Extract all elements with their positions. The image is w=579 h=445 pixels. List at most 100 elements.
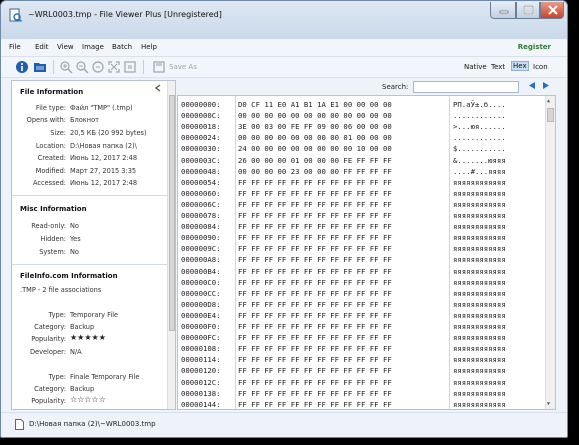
hex-bytes: FF FF FF FF FF FF FF FF FF FF FF FF	[238, 255, 392, 265]
hex-offset: 000000D8:	[181, 299, 221, 309]
scroll-down-icon[interactable]: ▼	[547, 401, 550, 407]
hex-offset: 000000A8:	[181, 255, 221, 265]
hex-row: 00000144: FF FF FF FF FF FF FF FF FF FF F…	[178, 399, 546, 409]
type-value: Temporary File	[70, 311, 119, 319]
save-icon[interactable]	[152, 60, 166, 74]
info-icon[interactable]	[15, 60, 29, 74]
tab-native[interactable]: Native	[464, 63, 487, 71]
misc-information-title: Misc Information	[20, 205, 87, 213]
hex-ascii: яяяяяяяяяяяя	[453, 266, 506, 276]
hex-row: 0000012C: FF FF FF FF FF FF FF FF FF FF F…	[178, 377, 546, 388]
chevron-left-icon	[154, 84, 161, 92]
hex-offset: 000000CC:	[181, 288, 221, 298]
hex-ascii: яяяяяяяяяяяя	[453, 399, 506, 409]
file-type-value: Файл "TMP" (.tmp)	[70, 104, 133, 112]
hex-row: 00000060: FF FF FF FF FF FF FF FF FF FF F…	[178, 188, 546, 199]
hex-row: 00000024: 00 00 00 00 00 00 00 00 01 00 0…	[178, 132, 546, 143]
collapse-panel-button[interactable]	[154, 84, 162, 95]
triangle-right-icon	[543, 82, 549, 89]
hex-offset: 00000000:	[181, 100, 221, 109]
fit-to-window-icon[interactable]	[107, 60, 121, 74]
file-information-title: File Information	[20, 88, 84, 96]
hex-bytes: D0 CF 11 E0 A1 B1 1A E1 00 00 00 00	[238, 100, 392, 109]
section-divider	[12, 195, 168, 196]
hex-bytes: FF FF FF FF FF FF FF FF FF FF FF FF	[238, 244, 392, 254]
scroll-up-icon[interactable]: ▲	[547, 98, 550, 104]
hex-row: 0000000C: 00 00 00 00 00 00 00 00 00 00 0…	[178, 110, 546, 121]
hex-offset: 000000FC:	[181, 333, 221, 343]
hex-ascii: яяяяяяяяяяяя	[453, 211, 506, 220]
minimize-button[interactable]	[490, 2, 516, 19]
opens-with-label: Opens with:	[26, 116, 66, 124]
open-folder-icon[interactable]	[33, 60, 47, 74]
hex-offset: 00000138:	[181, 388, 221, 398]
actual-size-icon[interactable]	[91, 60, 105, 74]
hex-row: 0000003C: 26 00 00 00 01 00 00 00 FE FF F…	[178, 155, 546, 166]
search-input[interactable]	[413, 81, 519, 93]
search-previous-button[interactable]	[528, 81, 536, 93]
hex-row: 00000084: FF FF FF FF FF FF FF FF FF FF F…	[178, 221, 546, 232]
category-value: Backup	[70, 385, 95, 393]
fullscreen-icon[interactable]	[123, 60, 137, 74]
tab-icon[interactable]: Icon	[533, 63, 548, 71]
developer-value: N/A	[70, 348, 82, 356]
hex-ascii: яяяяяяяяяяяя	[453, 388, 506, 398]
maximize-button[interactable]	[516, 2, 540, 19]
file-associations: .TMP - 2 file associations	[20, 286, 102, 294]
minimize-icon	[499, 10, 509, 14]
menu-image[interactable]: Image	[82, 43, 104, 51]
search-next-button[interactable]	[542, 81, 550, 93]
save-as-button[interactable]: Save As	[169, 63, 197, 71]
hex-row: 00000108: FF FF FF FF FF FF FF FF FF FF F…	[178, 343, 546, 354]
hex-bytes: FF FF FF FF FF FF FF FF FF FF FF FF	[238, 355, 392, 365]
hex-offset: 0000000C:	[181, 111, 221, 121]
hex-bytes: FF FF FF FF FF FF FF FF FF FF FF FF	[238, 188, 392, 198]
created-value: Июнь 12, 2017 2:48	[70, 154, 138, 162]
menu-edit[interactable]: Edit	[35, 43, 49, 51]
toolbar: Save As Native Text Hex Icon	[1, 57, 567, 78]
close-icon	[548, 5, 558, 15]
register-link[interactable]: Register	[518, 43, 551, 51]
hex-offset: 00000090:	[181, 233, 221, 243]
zoom-out-icon[interactable]	[75, 60, 89, 74]
hex-ascii: яяяяяяяяяяяя	[453, 222, 506, 232]
menu-batch[interactable]: Batch	[112, 43, 132, 51]
hidden-value: Yes	[70, 235, 81, 243]
hex-bytes: 00 00 00 00 00 00 00 00 01 00 00 00	[238, 133, 392, 143]
hex-ascii: яяяяяяяяяяяя	[453, 377, 506, 387]
scrollbar-thumb[interactable]	[169, 95, 175, 331]
hex-view-scrollbar[interactable]: ▲ ▼	[545, 96, 555, 409]
hex-view[interactable]: 00000000: D0 CF 11 E0 A1 B1 1A E1 00 00 0…	[177, 95, 556, 410]
zoom-in-icon[interactable]	[59, 60, 73, 74]
hex-bytes: FF FF FF FF FF FF FF FF FF FF FF FF	[238, 366, 392, 376]
hex-bytes: FF FF FF FF FF FF FF FF FF FF FF FF	[238, 233, 392, 243]
info-panel: File Information File type: Файл "TMP" (…	[11, 80, 176, 410]
popularity-label: Popularity:	[31, 335, 66, 343]
file-icon	[15, 419, 24, 430]
maximize-icon	[523, 5, 534, 15]
hex-offset: 00000024:	[181, 133, 221, 143]
location-value: D:\Новая папка (2)\	[70, 142, 137, 150]
menu-file[interactable]: File	[9, 43, 21, 51]
menu-help[interactable]: Help	[141, 43, 157, 51]
hex-offset: 000000B4:	[181, 266, 221, 276]
hex-offset: 0000003C:	[181, 155, 221, 165]
menu-view[interactable]: View	[57, 43, 74, 51]
toolbar-separator	[53, 60, 54, 74]
hex-offset: 00000048:	[181, 166, 221, 176]
hex-ascii: яяяяяяяяяяяя	[453, 255, 506, 265]
scrollbar-thumb[interactable]	[547, 108, 554, 122]
popularity-stars: ☆☆☆☆☆	[70, 395, 106, 404]
created-label: Created:	[37, 154, 66, 162]
hex-bytes: 3E 00 03 00 FE FF 09 00 06 00 00 00	[238, 122, 392, 132]
hex-row: 00000000: D0 CF 11 E0 A1 B1 1A E1 00 00 0…	[178, 99, 546, 110]
tab-hex[interactable]: Hex	[511, 61, 529, 71]
hex-ascii: ............	[453, 133, 506, 143]
location-label: Location:	[35, 142, 66, 150]
tab-text[interactable]: Text	[491, 63, 505, 71]
hex-ascii: ............	[453, 111, 506, 121]
hex-ascii: ....#...яяяя	[453, 166, 506, 176]
close-button[interactable]	[540, 2, 564, 19]
hex-row: 000000F0: FF FF FF FF FF FF FF FF FF FF F…	[178, 321, 546, 332]
info-panel-scrollbar[interactable]	[167, 81, 175, 409]
